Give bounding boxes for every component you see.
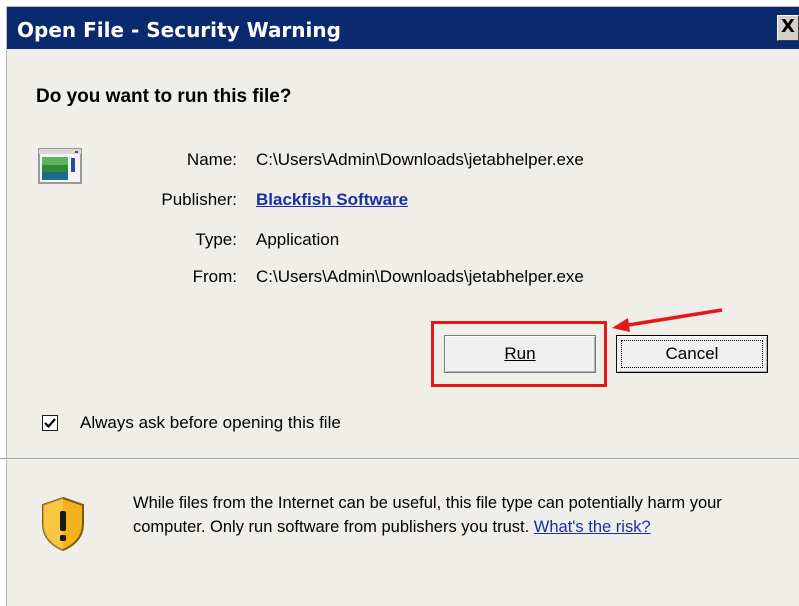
- separator: [0, 458, 799, 460]
- always-ask-checkbox[interactable]: [42, 415, 58, 431]
- run-button[interactable]: Run: [444, 335, 596, 373]
- name-value: C:\Users\Admin\Downloads\jetabhelper.exe: [256, 150, 584, 169]
- application-icon: [38, 148, 82, 184]
- warning-shield-icon: [42, 496, 84, 552]
- close-button[interactable]: X: [777, 15, 799, 41]
- whats-the-risk-link[interactable]: What's the risk?: [534, 518, 651, 536]
- checkmark-icon: [44, 418, 56, 429]
- focus-rectangle: [621, 340, 763, 368]
- from-label: From:: [192, 267, 237, 286]
- title-bar[interactable]: Open File - Security Warning X: [7, 7, 799, 49]
- red-arrow-annotation: [612, 308, 723, 332]
- publisher-link[interactable]: Blackfish Software: [256, 190, 408, 210]
- question-heading: Do you want to run this file?: [36, 86, 292, 107]
- warning-message: While files from the Internet can be use…: [133, 491, 773, 539]
- type-label: Type:: [195, 230, 237, 249]
- name-label: Name:: [186, 150, 237, 169]
- always-ask-label[interactable]: Always ask before opening this file: [80, 413, 341, 433]
- window-title: Open File - Security Warning: [17, 18, 341, 42]
- type-value: Application: [256, 230, 340, 249]
- from-value: C:\Users\Admin\Downloads\jetabhelper.exe: [256, 267, 584, 286]
- cancel-button[interactable]: Cancel: [616, 335, 768, 373]
- publisher-label: Publisher:: [161, 190, 237, 209]
- close-icon: X: [781, 16, 795, 37]
- run-button-label: Run: [504, 344, 536, 363]
